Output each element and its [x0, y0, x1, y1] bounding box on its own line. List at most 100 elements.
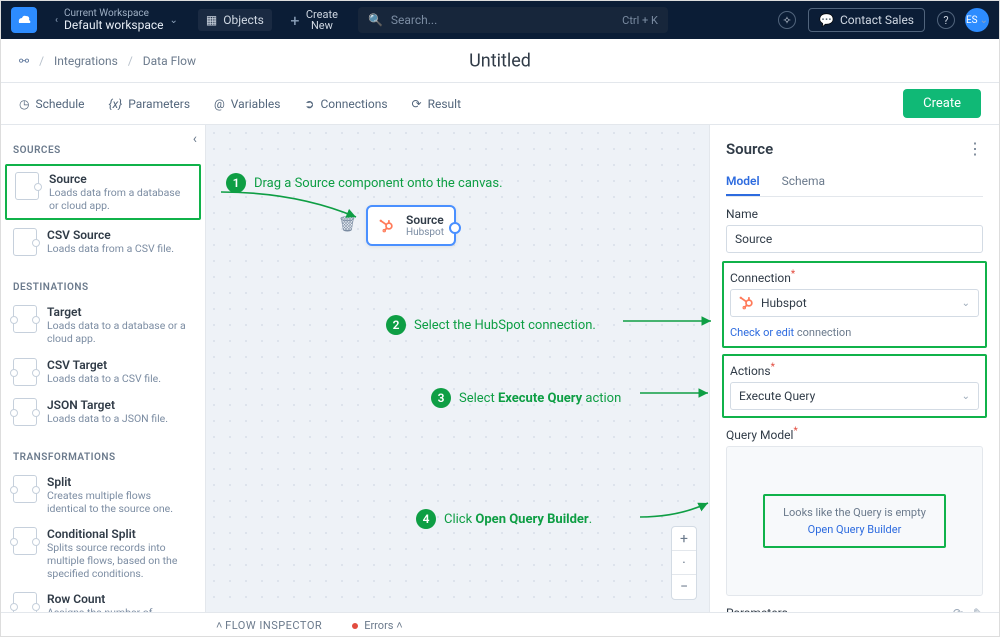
objects-button[interactable]: ▦ Objects — [198, 9, 272, 31]
node-subtitle: Hubspot — [406, 227, 444, 238]
section-destinations: DESTINATIONS — [1, 262, 205, 299]
palette-row-count[interactable]: Row CountAssigns the number of processed… — [1, 586, 205, 612]
check-connection-link[interactable]: Check or edit — [730, 326, 794, 339]
annotation-step-3: 3Select Execute Query action — [431, 388, 621, 408]
palette-csv-source[interactable]: CSV SourceLoads data from a CSV file. — [1, 222, 205, 262]
palette-conditional-split[interactable]: Conditional SplitSplits source records i… — [1, 521, 205, 586]
crumb-dataflow[interactable]: Data Flow — [143, 54, 196, 68]
tab-connections[interactable]: ➲Connections — [304, 97, 387, 111]
hubspot-icon — [739, 296, 753, 310]
workspace-value: Default workspace — [64, 19, 164, 32]
avatar[interactable]: ES⌄ — [965, 8, 989, 32]
create-new-button[interactable]: Create New — [306, 9, 338, 31]
open-query-builder-link[interactable]: Open Query Builder — [783, 523, 926, 536]
param-icon: {x} — [109, 97, 123, 111]
field-query-model: Query Model Looks like the Query is empt… — [726, 426, 983, 596]
zoom-controls: + · − — [671, 526, 697, 600]
section-sources: SOURCES — [1, 125, 205, 162]
topbar: ‹ Current Workspace Default workspace ⌄ … — [1, 1, 999, 39]
objects-label: Objects — [223, 13, 264, 27]
panel-tabs: Model Schema — [726, 168, 983, 197]
search-placeholder: Search... — [391, 13, 437, 27]
json-target-icon — [13, 398, 37, 426]
palette-split[interactable]: SplitCreates multiple flows identical to… — [1, 469, 205, 521]
connection-select[interactable]: Hubspot⌄ — [730, 289, 979, 317]
query-model-area: Looks like the Query is empty Open Query… — [726, 446, 983, 596]
hubspot-icon — [374, 214, 398, 238]
chat-icon: 💬 — [819, 13, 834, 27]
canvas-node-source[interactable]: Source Hubspot — [366, 205, 456, 246]
connection-label: Connection — [730, 269, 979, 285]
chevron-down-icon: ⌄ — [962, 298, 970, 309]
plus-icon[interactable]: + — [284, 11, 306, 30]
crumb-integrations[interactable]: Integrations — [54, 54, 118, 68]
kebab-icon[interactable]: ⋮ — [967, 139, 983, 158]
component-palette: ‹ SOURCES SourceLoads data from a databa… — [1, 125, 206, 612]
app-logo[interactable] — [11, 7, 37, 33]
palette-json-target[interactable]: JSON TargetLoads data to a JSON file. — [1, 392, 205, 432]
compass-icon[interactable]: ✧ — [778, 11, 796, 29]
contact-sales-button[interactable]: 💬 Contact Sales — [808, 8, 925, 32]
csv-source-icon — [13, 228, 37, 256]
chevron-left-icon: ‹ — [55, 15, 58, 26]
annotation-step-2: 2Select the HubSpot connection. — [386, 315, 596, 335]
collapse-panel-icon[interactable]: ‹ — [193, 131, 197, 147]
at-icon: @ — [214, 97, 225, 111]
properties-panel: Source ⋮ Model Schema Name Source Connec… — [709, 125, 999, 612]
palette-target[interactable]: TargetLoads data to a database or a clou… — [1, 299, 205, 351]
flow-inspector-toggle[interactable]: ˄ FLOW INSPECTOR — [216, 619, 322, 632]
create-button[interactable]: Create — [903, 89, 981, 118]
source-icon — [15, 172, 39, 200]
split-icon — [13, 475, 37, 503]
tab-schedule[interactable]: ◷Schedule — [19, 97, 85, 111]
breadcrumb-row: ⚯ / Integrations / Data Flow Untitled — [1, 39, 999, 83]
workspace-switcher[interactable]: ‹ Current Workspace Default workspace ⌄ — [55, 8, 178, 32]
tab-result[interactable]: ⟳Result — [412, 97, 461, 111]
page-title[interactable]: Untitled — [469, 50, 531, 71]
refresh-icon[interactable]: ⟳ — [953, 606, 963, 612]
parameters-label: Parameters — [726, 606, 788, 612]
tab-variables[interactable]: @Variables — [214, 97, 280, 111]
row-count-icon — [13, 592, 37, 612]
search-shortcut: Ctrl + K — [622, 14, 658, 27]
name-label: Name — [726, 207, 983, 221]
canvas[interactable]: 🗑 Source Hubspot 1Drag a Source componen… — [206, 125, 709, 612]
chevron-down-icon: ⌄ — [170, 15, 178, 26]
annotation-step-4: 4Click Open Query Builder. — [416, 509, 592, 529]
field-name: Name Source — [726, 207, 983, 253]
panel-heading: Source — [726, 140, 773, 158]
field-actions-highlight: Actions Execute Query⌄ — [722, 354, 987, 418]
tab-model[interactable]: Model — [726, 168, 760, 196]
csv-target-icon — [13, 358, 37, 386]
palette-csv-target[interactable]: CSV TargetLoads data to a CSV file. — [1, 352, 205, 392]
query-empty-text: Looks like the Query is empty — [783, 506, 926, 519]
tab-parameters[interactable]: {x}Parameters — [109, 97, 190, 111]
tab-schema[interactable]: Schema — [782, 168, 825, 196]
edit-icon[interactable]: ✎ — [973, 606, 983, 612]
field-connection-highlight: Connection Hubspot⌄ Check or edit connec… — [722, 261, 987, 348]
chevron-down-icon: ⌄ — [962, 391, 970, 402]
toolbar: ◷Schedule {x}Parameters @Variables ➲Conn… — [1, 83, 999, 125]
trash-icon[interactable]: 🗑 — [338, 215, 357, 233]
zoom-in-button[interactable]: + — [672, 527, 696, 551]
errors-toggle[interactable]: Errors ˄ — [352, 619, 402, 632]
query-model-label: Query Model — [726, 426, 983, 442]
clock-icon: ◷ — [19, 97, 29, 111]
name-input[interactable]: Source — [726, 225, 983, 253]
actions-select[interactable]: Execute Query⌄ — [730, 382, 979, 410]
flow-icon: ⚯ — [19, 54, 29, 68]
zoom-out-button[interactable]: − — [672, 575, 696, 599]
connect-icon: ➲ — [304, 97, 314, 111]
node-title: Source — [406, 213, 444, 227]
actions-label: Actions — [730, 362, 979, 378]
search-input[interactable]: 🔍 Search... Ctrl + K — [358, 7, 668, 33]
section-transformations: TRANSFORMATIONS — [1, 432, 205, 469]
parameters-row: Parameters ⟳ ✎ — [726, 606, 983, 612]
breadcrumb: ⚯ / Integrations / Data Flow — [19, 54, 196, 68]
palette-source[interactable]: SourceLoads data from a database or clou… — [5, 164, 201, 220]
result-icon: ⟳ — [412, 97, 422, 111]
target-icon — [13, 305, 37, 333]
help-icon[interactable]: ? — [937, 11, 955, 29]
zoom-reset-button[interactable]: · — [672, 551, 696, 575]
footer: ˄ FLOW INSPECTOR Errors ˄ — [1, 612, 999, 638]
